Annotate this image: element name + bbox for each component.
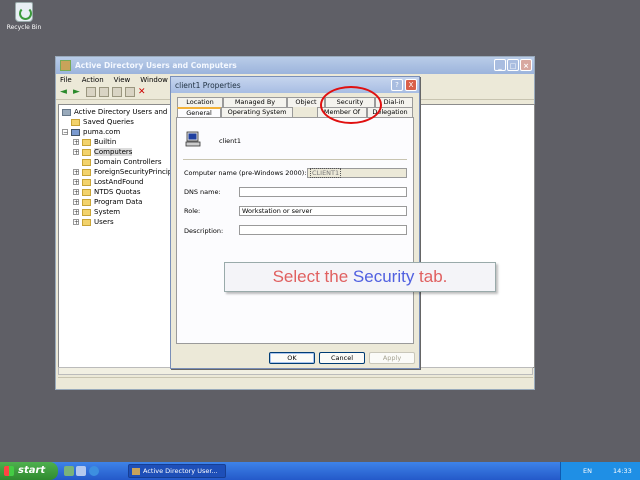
- tree-item-domain[interactable]: − puma.com: [62, 127, 120, 137]
- recycle-bin-desktop-icon[interactable]: Recycle Bin: [6, 2, 42, 31]
- console-icon[interactable]: [125, 87, 135, 97]
- tab-general[interactable]: General: [177, 107, 221, 117]
- copy-icon[interactable]: [112, 87, 122, 97]
- system-tray: EN 14:33: [560, 462, 640, 480]
- client1-properties-dialog: client1 Properties ? X Location Managed …: [170, 76, 420, 369]
- clock: 14:33: [613, 467, 632, 475]
- menu-action[interactable]: Action: [82, 76, 104, 84]
- recycle-bin-icon: [15, 2, 33, 22]
- security-tab-highlight-circle: [320, 86, 382, 124]
- dns-name-label: DNS name:: [184, 188, 221, 196]
- description-field[interactable]: [239, 225, 407, 235]
- show-desktop-icon[interactable]: [64, 466, 74, 476]
- aduc-task-icon: [132, 468, 140, 475]
- prewin-name-field: CLIENT1: [307, 168, 407, 178]
- aduc-title-bar[interactable]: Active Directory Users and Computers _ □…: [56, 57, 534, 74]
- separator: [183, 159, 407, 160]
- tree-item-program-data[interactable]: + Program Data: [73, 197, 142, 207]
- tree-item-system[interactable]: + System: [73, 207, 120, 217]
- folder-icon: [82, 138, 91, 146]
- expand-icon[interactable]: +: [73, 139, 79, 146]
- menu-view[interactable]: View: [114, 76, 131, 84]
- minimize-button[interactable]: _: [494, 59, 506, 71]
- tab-managed-by[interactable]: Managed By: [223, 97, 287, 107]
- recycle-bin-label: Recycle Bin: [6, 24, 42, 31]
- windows-logo-icon: [4, 466, 14, 476]
- console-tree: Active Directory Users and Comp Saved Qu…: [58, 104, 174, 368]
- tree-root[interactable]: Active Directory Users and Comp: [62, 107, 173, 117]
- status-bar: [58, 377, 533, 388]
- menu-file[interactable]: File: [60, 76, 72, 84]
- dialog-title: client1 Properties: [175, 80, 241, 90]
- dialog-title-bar[interactable]: client1 Properties: [171, 77, 419, 93]
- tree-item-ntds-quotas[interactable]: + NTDS Quotas: [73, 187, 140, 197]
- tree-item-saved-queries[interactable]: Saved Queries: [71, 117, 134, 127]
- folder-icon: [82, 188, 91, 196]
- computer-icon: [185, 131, 201, 147]
- tree-item-domain-controllers[interactable]: Domain Controllers: [82, 157, 161, 167]
- back-arrow-icon[interactable]: ◄: [60, 87, 70, 97]
- folder-icon: [71, 118, 80, 126]
- tree-item-users[interactable]: + Users: [73, 217, 114, 227]
- tab-operating-system[interactable]: Operating System: [221, 107, 293, 117]
- aduc-root-icon: [62, 108, 71, 116]
- menu-window[interactable]: Window: [140, 76, 168, 84]
- collapse-icon[interactable]: −: [62, 129, 68, 136]
- folder-icon: [82, 168, 91, 176]
- start-button[interactable]: start: [0, 462, 58, 480]
- quick-launch-icon[interactable]: [76, 466, 86, 476]
- help-button[interactable]: ?: [391, 79, 403, 91]
- folder-icon: [82, 178, 91, 186]
- show-tree-icon[interactable]: [99, 87, 109, 97]
- expand-icon[interactable]: +: [73, 189, 79, 196]
- dns-name-field[interactable]: [239, 187, 407, 197]
- domain-icon: [71, 128, 80, 136]
- taskbar-item-aduc[interactable]: Active Directory User...: [128, 464, 226, 478]
- instruction-callout: Select the Security tab.: [224, 262, 496, 292]
- tree-item-builtin[interactable]: + Builtin: [73, 137, 116, 147]
- tab-location[interactable]: Location: [177, 97, 223, 107]
- cancel-button[interactable]: Cancel: [319, 352, 365, 364]
- tree-item-computers[interactable]: + Computers: [73, 147, 133, 157]
- callout-highlight: Security: [352, 267, 415, 286]
- close-window-button[interactable]: ×: [520, 59, 532, 71]
- dialog-close-button[interactable]: X: [405, 79, 417, 91]
- expand-icon[interactable]: +: [73, 149, 79, 156]
- aduc-window-title: Active Directory Users and Computers: [75, 61, 237, 70]
- expand-icon[interactable]: +: [73, 219, 79, 226]
- folder-icon: [82, 208, 91, 216]
- folder-icon: [82, 218, 91, 226]
- internet-explorer-icon[interactable]: [89, 466, 99, 476]
- folder-icon: [82, 198, 91, 206]
- apply-button: Apply: [369, 352, 415, 364]
- role-field[interactable]: Workstation or server: [239, 206, 407, 216]
- description-label: Description:: [184, 227, 224, 235]
- maximize-button[interactable]: □: [507, 59, 519, 71]
- tree-item-foreign-security-principals[interactable]: + ForeignSecurityPrincipals: [73, 167, 173, 177]
- folder-icon: [82, 148, 91, 156]
- folder-icon: [82, 158, 91, 166]
- forward-arrow-icon[interactable]: ►: [73, 87, 83, 97]
- expand-icon[interactable]: +: [73, 179, 79, 186]
- prewin-name-label: Computer name (pre-Windows 2000):: [184, 169, 307, 177]
- language-indicator[interactable]: EN: [583, 462, 592, 480]
- expand-icon[interactable]: +: [73, 199, 79, 206]
- taskbar: start Active Directory User... EN 14:33: [0, 462, 640, 480]
- computer-name-heading: client1: [219, 137, 241, 145]
- delete-icon[interactable]: ✕: [138, 87, 148, 97]
- aduc-app-icon: [60, 60, 71, 71]
- tree-item-lost-and-found[interactable]: + LostAndFound: [73, 177, 144, 187]
- expand-icon[interactable]: +: [73, 169, 79, 176]
- expand-icon[interactable]: +: [73, 209, 79, 216]
- up-folder-icon[interactable]: [86, 87, 96, 97]
- ok-button[interactable]: OK: [269, 352, 315, 364]
- role-label: Role:: [184, 207, 201, 215]
